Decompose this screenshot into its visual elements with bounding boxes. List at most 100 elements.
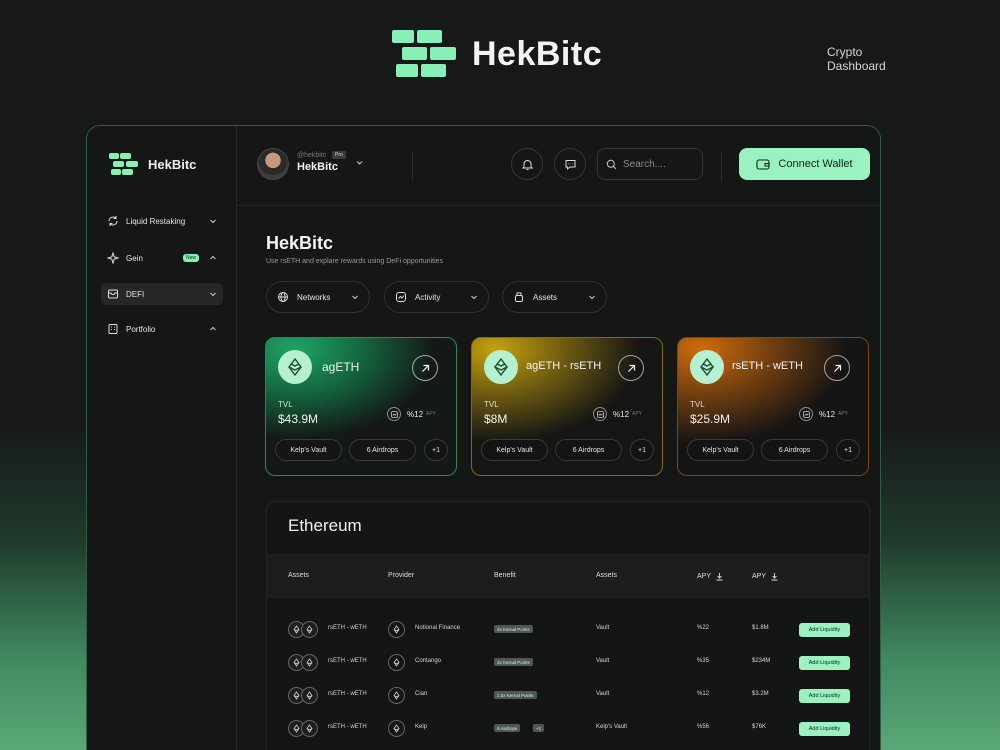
card-title: rsETH - wETH bbox=[732, 360, 803, 372]
bell-icon bbox=[521, 159, 533, 170]
tvl-label: TVL bbox=[278, 400, 293, 409]
column-header[interactable]: Assets bbox=[596, 572, 617, 579]
apy-label: APY bbox=[838, 411, 849, 417]
apy-value: %12 bbox=[407, 410, 424, 419]
sort-download-icon bbox=[771, 573, 778, 581]
more-pill[interactable]: +1 bbox=[836, 439, 860, 461]
filter-label: Networks bbox=[297, 292, 331, 302]
avatar[interactable] bbox=[257, 148, 289, 180]
chevron-down-icon bbox=[471, 295, 477, 300]
asset-pair-icons bbox=[288, 654, 320, 671]
tvl-label: TVL bbox=[690, 400, 705, 409]
sidebar-item-portfolio[interactable]: Portfolio bbox=[101, 318, 223, 340]
opportunities-panel: Ethereum Assets Provider Benefit Assets … bbox=[266, 501, 870, 750]
messages-button[interactable] bbox=[554, 148, 586, 180]
asset-name: rsETH - wETH bbox=[328, 625, 367, 631]
eth-coin-icon bbox=[301, 687, 318, 704]
connect-wallet-label: Connect Wallet bbox=[778, 158, 853, 170]
eth-coin-icon bbox=[301, 720, 318, 737]
column-header-apy[interactable]: APY bbox=[752, 572, 779, 581]
table-row[interactable]: rsETH - wETH Cian 2.5x Kernal Points Vault%… bbox=[267, 679, 869, 712]
eth-coin-icon bbox=[484, 350, 518, 384]
asset-name: rsETH - wETH bbox=[328, 658, 367, 664]
app-window: HekBitc Liquid Restaking Gein New DEFI P… bbox=[86, 125, 881, 750]
airdrops-pill[interactable]: 6 Airdrops bbox=[349, 439, 416, 461]
add-liquidity-button[interactable]: Add Liquidity bbox=[799, 689, 850, 703]
column-header[interactable]: Assets bbox=[288, 572, 309, 579]
sidebar-brand-name: HekBitc bbox=[148, 156, 197, 172]
eth-coin-icon bbox=[301, 654, 318, 671]
sidebar-logo[interactable]: HekBitc bbox=[109, 153, 196, 175]
table-row[interactable]: rsETH - wETH Kelp 6 Airdrops +1 Kelp's Vault… bbox=[267, 712, 869, 745]
benefit-tag: 2x Kernal Points bbox=[494, 658, 533, 666]
apy-value: %12 bbox=[613, 410, 630, 419]
sidebar: HekBitc Liquid Restaking Gein New DEFI P… bbox=[87, 126, 237, 750]
benefit-extra-tag: +1 bbox=[533, 724, 545, 732]
sidebar-item-gein[interactable]: Gein New bbox=[101, 247, 223, 269]
more-pill[interactable]: +1 bbox=[630, 439, 654, 461]
add-liquidity-button[interactable]: Add Liquidity bbox=[799, 623, 850, 637]
vault-card[interactable]: rsETH - wETH TVL $25.9M %12 APY Kelp's V… bbox=[677, 337, 869, 476]
table-row[interactable]: rsETH - wETH Contango 2x Kernal Points Vaul… bbox=[267, 646, 869, 679]
pro-badge: Pro bbox=[332, 151, 346, 159]
airdrops-pill[interactable]: 6 Airdrops bbox=[555, 439, 622, 461]
open-card-button[interactable] bbox=[412, 355, 438, 381]
add-liquidity-button[interactable]: Add Liquidity bbox=[799, 656, 850, 670]
table-row[interactable]: rsETH - wETH Notional Finance 2x Kernal Po… bbox=[267, 613, 869, 646]
chevron-down-icon bbox=[352, 295, 358, 300]
chart-icon bbox=[799, 407, 813, 421]
globe-icon bbox=[278, 292, 288, 302]
search-input[interactable] bbox=[623, 158, 693, 170]
apy-value: %56 bbox=[697, 724, 710, 730]
wallet-icon bbox=[756, 159, 770, 170]
vault-card[interactable]: agETH TVL $43.9M %12 APY Kelp's Vault 6 … bbox=[265, 337, 457, 476]
vault-pill[interactable]: Kelp's Vault bbox=[687, 439, 754, 461]
apy-value: %12 bbox=[819, 410, 836, 419]
apy-value: %35 bbox=[697, 658, 710, 664]
inbox-icon bbox=[107, 288, 119, 300]
eth-coin-icon bbox=[690, 350, 724, 384]
vault-pill[interactable]: Kelp's Vault bbox=[481, 439, 548, 461]
provider-icon bbox=[388, 687, 405, 704]
chat-icon bbox=[565, 159, 575, 170]
divider bbox=[721, 151, 722, 181]
provider-name: Contango bbox=[415, 658, 442, 664]
open-card-button[interactable] bbox=[824, 355, 850, 381]
search-icon bbox=[606, 159, 617, 169]
airdrops-pill[interactable]: 6 Airdrops bbox=[761, 439, 828, 461]
search-box[interactable] bbox=[597, 148, 703, 180]
asset-pair-icons bbox=[288, 687, 320, 704]
asset-pair-icons bbox=[288, 720, 320, 737]
vault-card[interactable]: agETH - rsETH TVL $8M %12 APY Kelp's Vau… bbox=[471, 337, 663, 476]
sidebar-item-liquid-restaking[interactable]: Liquid Restaking bbox=[101, 210, 223, 232]
brand-logo-icon bbox=[392, 30, 458, 78]
sidebar-item-defi[interactable]: DEFI bbox=[101, 283, 223, 305]
topbar: @hekbitc Pro HekBitc Connect Wallet bbox=[237, 126, 880, 206]
filter-activity[interactable]: Activity bbox=[384, 281, 489, 313]
main-content: HekBitc Use rsETH and explare rewards us… bbox=[237, 206, 880, 750]
column-header-apy[interactable]: APY bbox=[697, 572, 724, 581]
asset-name: rsETH - wETH bbox=[328, 724, 367, 730]
more-pill[interactable]: +1 bbox=[424, 439, 448, 461]
column-header-label: APY bbox=[752, 573, 767, 580]
sort-download-icon bbox=[716, 573, 723, 581]
filter-networks[interactable]: Networks bbox=[266, 281, 370, 313]
sidebar-item-label: Gein bbox=[126, 253, 143, 263]
column-header[interactable]: Provider bbox=[388, 572, 414, 579]
asset-pair-icons bbox=[288, 621, 320, 638]
chart-icon bbox=[593, 407, 607, 421]
filter-assets[interactable]: Assets bbox=[502, 281, 607, 313]
connect-wallet-button[interactable]: Connect Wallet bbox=[739, 148, 870, 180]
notifications-button[interactable] bbox=[511, 148, 543, 180]
provider-name: Cian bbox=[415, 691, 428, 697]
user-menu-chevron-icon[interactable] bbox=[355, 158, 364, 167]
chevron-down-icon bbox=[589, 295, 595, 300]
column-header[interactable]: Benefit bbox=[494, 572, 516, 579]
chevron-down-icon bbox=[210, 292, 216, 297]
portfolio-icon bbox=[107, 323, 119, 335]
add-liquidity-button[interactable]: Add Liquidity bbox=[799, 722, 850, 736]
open-card-button[interactable] bbox=[618, 355, 644, 381]
vault-pill[interactable]: Kelp's Vault bbox=[275, 439, 342, 461]
page-title: HekBitc bbox=[266, 233, 334, 253]
eth-coin-icon bbox=[301, 621, 318, 638]
